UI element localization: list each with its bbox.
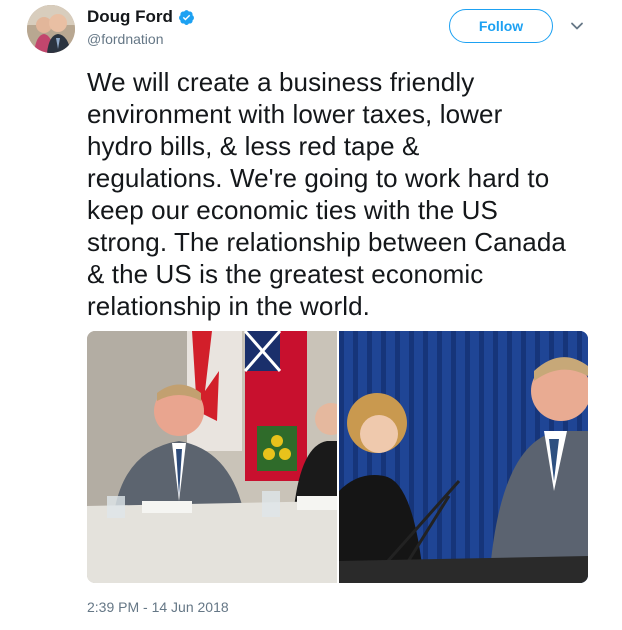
follow-button[interactable]: Follow [449, 9, 553, 43]
avatar-photo [27, 5, 75, 53]
tweet-timestamp[interactable]: 2:39 PM - 14 Jun 2018 [87, 599, 229, 615]
verified-badge-icon [178, 9, 194, 25]
author-handle[interactable]: @fordnation [87, 31, 163, 47]
author-name-row: Doug Ford [87, 7, 195, 27]
photo-meeting[interactable] [87, 331, 337, 583]
author-name[interactable]: Doug Ford [87, 7, 173, 27]
tweet-media [87, 331, 588, 583]
avatar[interactable] [27, 5, 75, 53]
meeting-photo-image [87, 331, 337, 583]
chevron-down-icon[interactable] [569, 18, 585, 34]
photo-podium[interactable] [339, 331, 588, 583]
tweet-text: We will create a business friendly envir… [87, 67, 566, 321]
podium-photo-image [339, 331, 588, 583]
